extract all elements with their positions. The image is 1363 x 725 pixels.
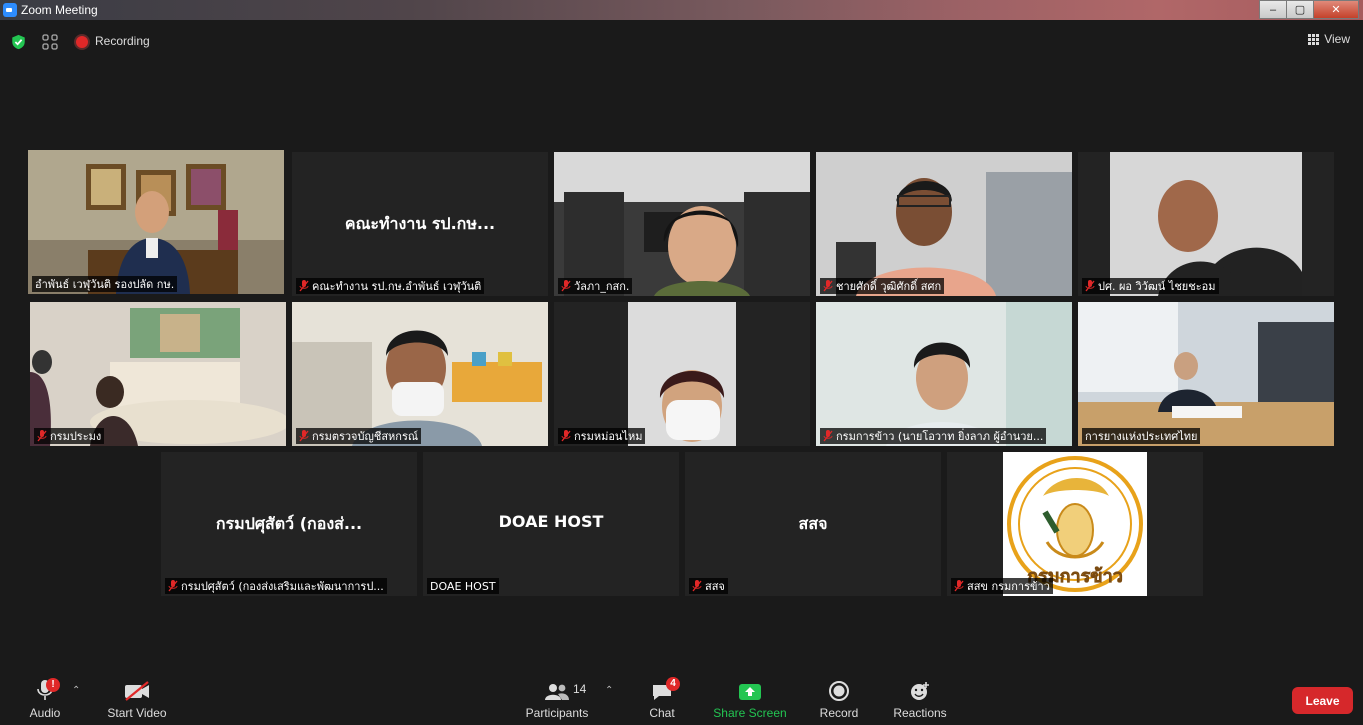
participant-display-name: DOAE HOST	[498, 512, 604, 531]
chat-button[interactable]: Chat	[644, 667, 680, 725]
audio-alert-badge: !	[46, 678, 60, 692]
muted-mic-icon	[954, 580, 964, 592]
participant-name: คณะทำงาน รป.กษ.อำพันธ์ เวฬุวันติ	[296, 278, 485, 294]
participant-video	[1078, 152, 1334, 296]
window-controls: – ▢ ✕	[1259, 0, 1359, 19]
participant-tile[interactable]: กรมหม่อนไหม	[554, 302, 810, 446]
share-screen-button[interactable]: Share Screen	[712, 667, 788, 725]
window-titlebar: Zoom Meeting – ▢ ✕	[0, 0, 1363, 20]
record-label: Record	[819, 706, 859, 720]
audio-button[interactable]: Audio	[22, 667, 68, 725]
start-video-button[interactable]: Start Video	[104, 667, 170, 725]
participant-tile[interactable]: สสจ สสจ	[685, 452, 941, 596]
encryption-shield-icon[interactable]	[11, 34, 26, 50]
participant-tile[interactable]: ชายศักดิ์ วุฒิศักดิ์ สศก	[816, 152, 1072, 296]
participant-tile[interactable]: กรมตรวจบัญชีสหกรณ์	[292, 302, 548, 446]
minimize-button[interactable]: –	[1259, 0, 1287, 19]
share-screen-label: Share Screen	[713, 706, 787, 720]
participant-tile[interactable]: วัลภา_กสก.	[554, 152, 810, 296]
participant-name: กรมปศุสัตว์ (กองส่งเสริมและพัฒนาการป...	[165, 578, 387, 594]
view-label: View	[1324, 32, 1350, 46]
muted-mic-icon	[561, 280, 571, 292]
recording-indicator-icon[interactable]	[76, 36, 88, 48]
participant-name: กรมตรวจบัญชีสหกรณ์	[296, 428, 422, 444]
participant-tile[interactable]: อำพันธ์ เวฬุวันติ รองปลัด กษ.	[28, 150, 284, 294]
participant-name: สสข กรมการข้าว	[951, 578, 1053, 594]
participant-video	[554, 152, 810, 296]
app-grid-icon[interactable]	[42, 34, 58, 50]
participant-video	[816, 302, 1072, 446]
participants-label: Participants	[525, 706, 589, 720]
participant-video	[554, 302, 810, 446]
participant-name: สสจ	[689, 578, 728, 594]
participant-name: อำพันธ์ เวฬุวันติ รองปลัด กษ.	[32, 276, 178, 292]
participant-name: กรมประมง	[34, 428, 105, 444]
participant-name: กรมหม่อนไหม	[558, 428, 646, 444]
muted-mic-icon	[1085, 280, 1095, 292]
record-button[interactable]: Record	[814, 667, 864, 725]
participant-tile[interactable]: กรมปศุสัตว์ (กองส่... กรมปศุสัตว์ (กองส่…	[161, 452, 417, 596]
participant-video	[292, 302, 548, 446]
record-icon	[829, 681, 849, 701]
participants-options-caret[interactable]: ⌃	[605, 685, 613, 696]
participant-tile[interactable]: ปศ. ผอ วิวัฒน์ ไชยชะอม	[1078, 152, 1334, 296]
participant-video	[30, 302, 286, 446]
muted-mic-icon	[823, 280, 833, 292]
chat-label: Chat	[649, 706, 675, 720]
leave-button[interactable]: Leave	[1292, 687, 1353, 714]
view-button[interactable]: View	[1308, 32, 1350, 46]
meeting-topbar: Recording View	[0, 24, 1363, 58]
zoom-app-icon	[3, 3, 17, 17]
participant-name: ปศ. ผอ วิวัฒน์ ไชยชะอม	[1082, 278, 1219, 294]
participant-video	[28, 150, 284, 294]
window-title: Zoom Meeting	[21, 3, 98, 17]
participant-name: วัลภา_กสก.	[558, 278, 633, 294]
participant-name: ชายศักดิ์ วุฒิศักดิ์ สศก	[820, 278, 945, 294]
muted-mic-icon	[168, 580, 178, 592]
rice-department-logo: กรมการข้าว	[947, 452, 1203, 596]
participant-video	[1078, 302, 1334, 446]
reactions-icon	[911, 682, 929, 700]
participant-display-name: สสจ	[798, 514, 828, 533]
muted-mic-icon	[823, 430, 833, 442]
participant-name: DOAE HOST	[427, 578, 499, 594]
participant-name: กรมการข้าว (นายโอวาท ยิ่งลาภ ผู้อำนวย...	[820, 428, 1047, 444]
participant-tile[interactable]: กรมประมง	[30, 302, 286, 446]
muted-mic-icon	[299, 430, 309, 442]
audio-label: Audio	[29, 706, 61, 720]
participant-display-name: คณะทำงาน รป.กษ...	[344, 214, 496, 233]
participants-count: 14	[573, 682, 587, 696]
participant-tile[interactable]: การยางแห่งประเทศไทย	[1078, 302, 1334, 446]
participants-icon	[545, 684, 569, 700]
chat-unread-badge: 4	[666, 677, 680, 691]
participant-tile[interactable]: กรมการข้าว สสข กรมการข้าว	[947, 452, 1203, 596]
muted-mic-icon	[37, 430, 47, 442]
audio-options-caret[interactable]: ⌃	[72, 685, 80, 696]
maximize-button[interactable]: ▢	[1286, 0, 1314, 19]
participant-display-name: กรมปศุสัตว์ (กองส่...	[215, 514, 363, 533]
reactions-label: Reactions	[893, 706, 947, 720]
share-screen-icon	[739, 684, 761, 700]
participant-tile[interactable]: กรมการข้าว (นายโอวาท ยิ่งลาภ ผู้อำนวย...	[816, 302, 1072, 446]
participant-video	[816, 152, 1072, 296]
participants-button[interactable]: Participants	[522, 667, 592, 725]
muted-mic-icon	[299, 280, 309, 292]
recording-label[interactable]: Recording	[95, 34, 150, 48]
reactions-button[interactable]: Reactions	[890, 667, 950, 725]
participant-tile[interactable]: DOAE HOST DOAE HOST	[423, 452, 679, 596]
participant-tile[interactable]: คณะทำงาน รป.กษ... คณะทำงาน รป.กษ.อำพันธ์…	[292, 152, 548, 296]
participant-name: การยางแห่งประเทศไทย	[1082, 428, 1201, 444]
muted-mic-icon	[561, 430, 571, 442]
view-grid-icon	[1308, 33, 1320, 45]
video-off-icon	[125, 681, 149, 701]
muted-mic-icon	[692, 580, 702, 592]
close-button[interactable]: ✕	[1313, 0, 1359, 19]
start-video-label: Start Video	[107, 706, 167, 720]
meeting-toolbar: Audio ! ⌃ Start Video Participants 14 ⌃ …	[0, 667, 1363, 725]
